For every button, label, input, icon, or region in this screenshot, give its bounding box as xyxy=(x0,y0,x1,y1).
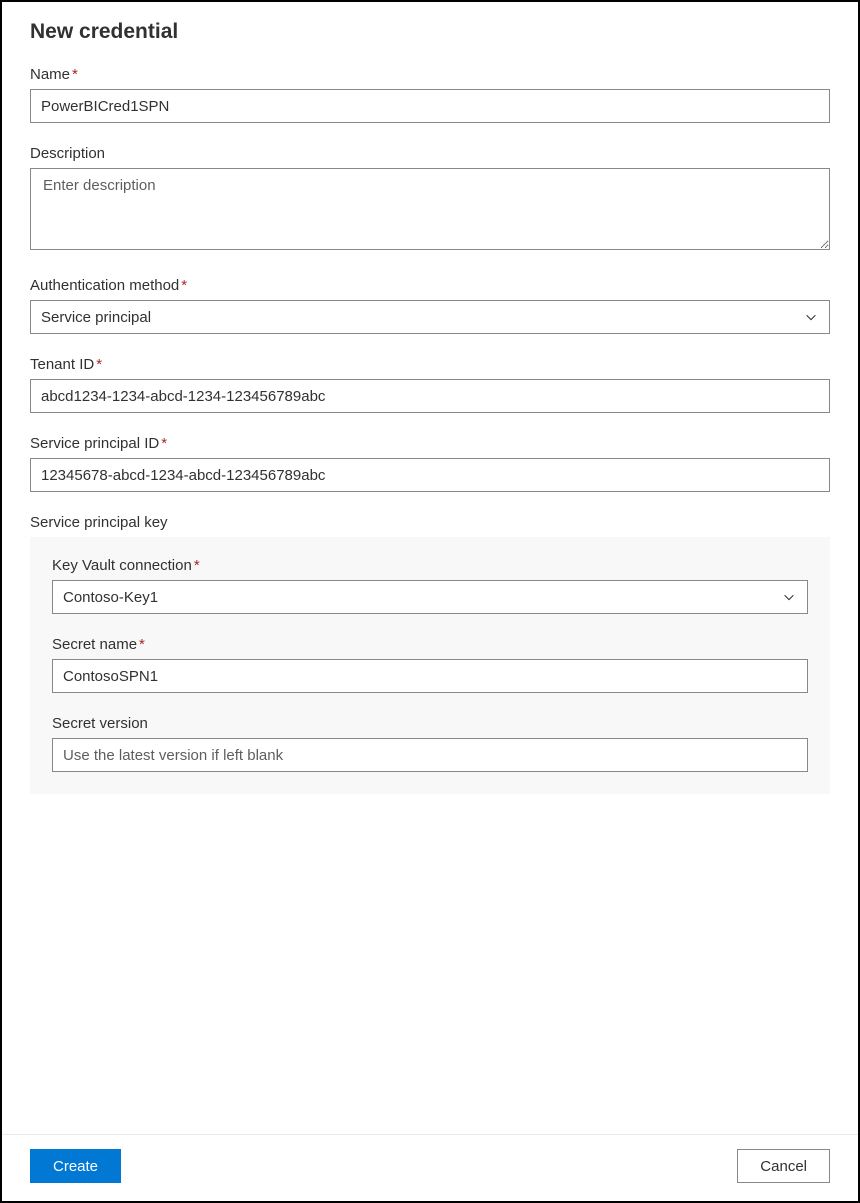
description-input[interactable] xyxy=(30,168,830,250)
auth-method-select[interactable]: Service principal xyxy=(30,300,830,334)
name-label: Name* xyxy=(30,66,830,83)
tenant-id-label: Tenant ID* xyxy=(30,356,830,373)
sp-key-subsection: Key Vault connection* Contoso-Key1 Secre… xyxy=(30,537,830,794)
sp-id-field-group: Service principal ID* xyxy=(30,435,830,492)
sp-id-label-text: Service principal ID xyxy=(30,435,159,452)
tenant-id-label-text: Tenant ID xyxy=(30,356,94,373)
secret-name-label: Secret name* xyxy=(52,636,808,653)
sp-key-label: Service principal key xyxy=(30,514,830,531)
name-input[interactable] xyxy=(30,89,830,123)
auth-method-field-group: Authentication method* Service principal xyxy=(30,277,830,334)
required-marker: * xyxy=(139,636,145,653)
page-title: New credential xyxy=(30,20,830,44)
create-button[interactable]: Create xyxy=(30,1149,121,1183)
tenant-id-field-group: Tenant ID* xyxy=(30,356,830,413)
secret-version-field-group: Secret version xyxy=(52,715,808,772)
secret-name-input[interactable] xyxy=(52,659,808,693)
required-marker: * xyxy=(96,356,102,373)
sp-id-label: Service principal ID* xyxy=(30,435,830,452)
required-marker: * xyxy=(194,557,200,574)
kv-connection-field-group: Key Vault connection* Contoso-Key1 xyxy=(52,557,808,614)
secret-name-field-group: Secret name* xyxy=(52,636,808,693)
footer: Create Cancel xyxy=(2,1134,858,1201)
sp-id-input[interactable] xyxy=(30,458,830,492)
kv-connection-select-wrapper: Contoso-Key1 xyxy=(52,580,808,614)
required-marker: * xyxy=(161,435,167,452)
auth-method-select-wrapper: Service principal xyxy=(30,300,830,334)
kv-connection-label: Key Vault connection* xyxy=(52,557,808,574)
cancel-button[interactable]: Cancel xyxy=(737,1149,830,1183)
auth-method-label-text: Authentication method xyxy=(30,277,179,294)
description-field-group: Description xyxy=(30,145,830,255)
form-content: New credential Name* Description Authent… xyxy=(2,2,858,1134)
name-label-text: Name xyxy=(30,66,70,83)
description-label: Description xyxy=(30,145,830,162)
required-marker: * xyxy=(181,277,187,294)
secret-version-label: Secret version xyxy=(52,715,808,732)
name-field-group: Name* xyxy=(30,66,830,123)
kv-connection-label-text: Key Vault connection xyxy=(52,557,192,574)
kv-connection-select[interactable]: Contoso-Key1 xyxy=(52,580,808,614)
secret-version-input[interactable] xyxy=(52,738,808,772)
required-marker: * xyxy=(72,66,78,83)
auth-method-label: Authentication method* xyxy=(30,277,830,294)
tenant-id-input[interactable] xyxy=(30,379,830,413)
secret-name-label-text: Secret name xyxy=(52,636,137,653)
sp-key-section: Service principal key Key Vault connecti… xyxy=(30,514,830,794)
